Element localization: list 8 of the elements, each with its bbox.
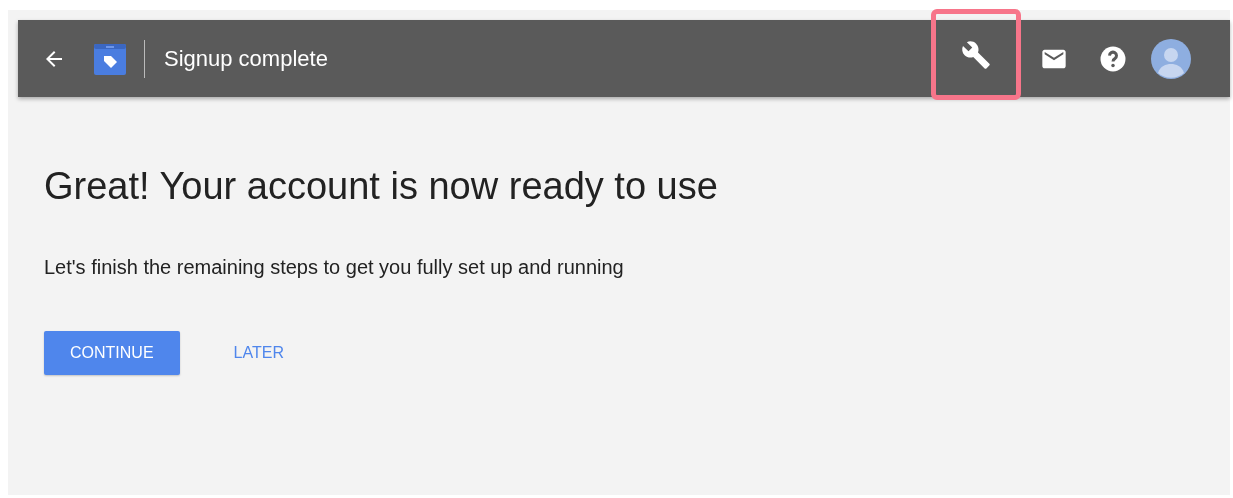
wrench-icon xyxy=(961,39,991,70)
avatar-icon xyxy=(1151,38,1191,79)
continue-button[interactable]: CONTINUE xyxy=(44,331,180,375)
wrench-button[interactable] xyxy=(934,12,1018,97)
later-button[interactable]: LATER xyxy=(207,331,310,375)
page-title: Signup complete xyxy=(164,45,328,72)
message: Let's finish the remaining steps to get you fully set up and running xyxy=(44,256,625,279)
heading: Great! Your account is now ready to use xyxy=(44,165,719,208)
